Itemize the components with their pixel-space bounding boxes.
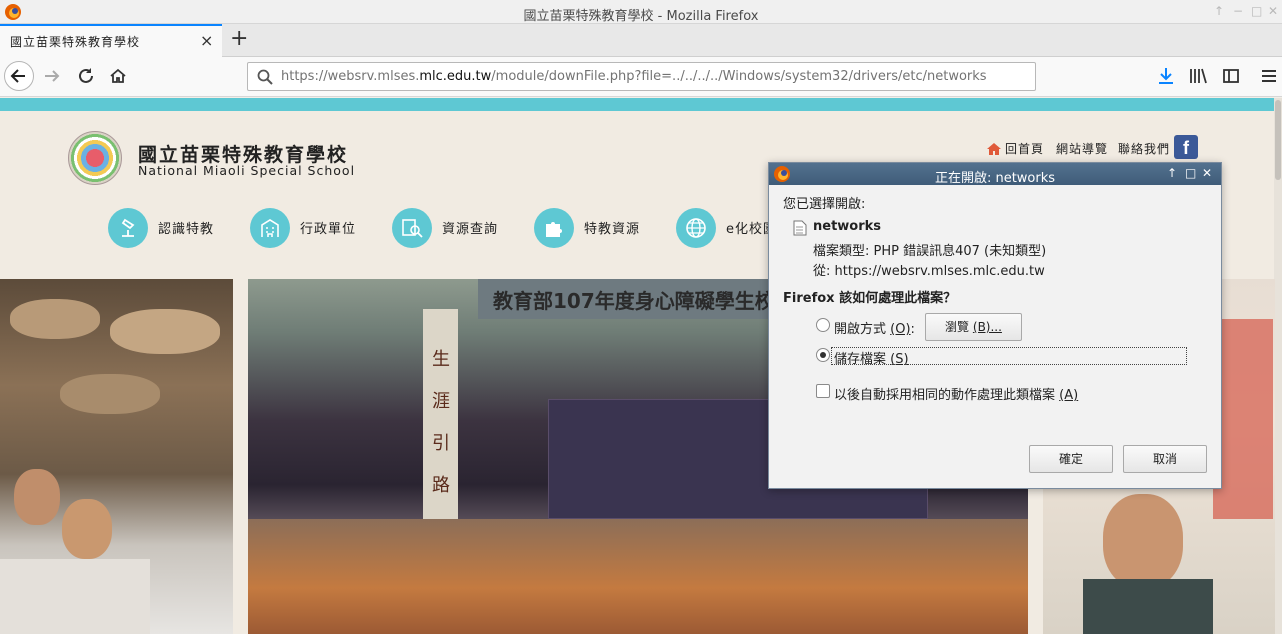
pillar-text: 生涯引路 [432, 349, 450, 496]
dialog-up-icon[interactable]: ↑ [1167, 166, 1177, 180]
photo-restaurant-event[interactable] [0, 279, 233, 634]
nav-item-label: 認識特教 [158, 222, 215, 237]
school-logo[interactable] [68, 131, 122, 185]
forward-arrow-icon[interactable] [42, 66, 62, 86]
dialog-filename: networks [813, 219, 882, 234]
dialog-source: 從: https://websrv.mlses.mlc.edu.tw [813, 264, 1045, 279]
window-close-icon[interactable]: ✕ [1268, 4, 1278, 18]
open-with-key: (O) [890, 322, 911, 337]
url-domain: mlc.edu.tw [419, 69, 492, 84]
search-icon [257, 69, 273, 85]
auto-action-key: (A) [1059, 388, 1079, 403]
browse-text: 瀏覽 [945, 320, 970, 334]
dialog-file-type: 檔案類型: PHP 錯誤訊息407 (未知類型) [813, 244, 1047, 259]
window-minimize-up-icon[interactable]: ↑ [1214, 4, 1224, 18]
dialog-title: 正在開啟: networks [934, 171, 1056, 186]
nav-item-label: 資源查詢 [442, 222, 499, 237]
search-doc-icon [392, 208, 432, 248]
dialog-intro: 您已選擇開啟: [783, 197, 866, 212]
tab-close-icon[interactable]: × [200, 31, 213, 50]
url-prefix: https://websrv.mlses. [281, 69, 420, 84]
dialog-maximize-icon[interactable]: □ [1185, 166, 1196, 180]
window-minimize-icon[interactable]: − [1233, 4, 1243, 18]
top-link-home[interactable]: 回首頁 [1005, 140, 1044, 157]
dialog-question: Firefox 該如何處理此檔案？ [783, 291, 957, 306]
puzzle-icon [534, 208, 574, 248]
top-link-contact[interactable]: 聯絡我們 [1118, 140, 1170, 157]
browse-button[interactable]: 瀏覽 (B)... [925, 313, 1022, 341]
back-button[interactable] [4, 61, 34, 91]
window-titlebar: 國立苗栗特殊教育學校 - Mozilla Firefox ↑ − □ ✕ [0, 0, 1282, 24]
new-tab-button[interactable]: + [230, 26, 248, 51]
menu-icon[interactable] [1259, 66, 1279, 86]
window-maximize-icon[interactable]: □ [1251, 4, 1262, 18]
library-icon[interactable] [1188, 66, 1208, 86]
nav-item-label: 特教資源 [584, 222, 641, 237]
ok-button[interactable]: 確定 [1029, 445, 1113, 473]
back-arrow-icon [10, 69, 25, 83]
auto-action-label[interactable]: 以後自動採用相同的動作處理此類檔案 (A) [834, 384, 1078, 403]
page-scrollbar[interactable] [1274, 98, 1282, 634]
open-with-radio[interactable] [816, 318, 830, 332]
file-icon [793, 220, 807, 236]
save-file-label[interactable]: 儲存檔案 (S) [834, 348, 909, 367]
window-title: 國立苗栗特殊教育學校 - Mozilla Firefox [523, 9, 759, 24]
cancel-button[interactable]: 取消 [1123, 445, 1207, 473]
dialog-close-icon[interactable]: ✕ [1202, 166, 1212, 180]
scrollbar-thumb[interactable] [1275, 100, 1281, 180]
open-with-text: 開啟方式 [834, 322, 887, 337]
globe-icon [676, 208, 716, 248]
save-file-text: 儲存檔案 [834, 352, 887, 367]
auto-action-checkbox[interactable] [816, 384, 830, 398]
facebook-icon[interactable]: f [1174, 135, 1198, 159]
nav-item-label: 行政單位 [300, 222, 357, 237]
school-name-english[interactable]: National Miaoli Special School [138, 163, 355, 178]
url-path: /module/downFile.php?file=../../../../Wi… [491, 69, 987, 84]
building-icon [250, 208, 290, 248]
browse-key: (B)... [972, 320, 1002, 334]
auto-action-text: 以後自動採用相同的動作處理此類檔案 [834, 388, 1056, 403]
open-with-label[interactable]: 開啟方式 (O): [834, 318, 915, 337]
url-text[interactable]: https://websrv.mlses.mlc.edu.tw/module/d… [281, 69, 987, 84]
tab-label: 國立苗栗特殊教育學校 [10, 35, 141, 49]
sidebar-icon[interactable] [1221, 66, 1241, 86]
top-link-sitemap[interactable]: 網站導覽 [1056, 140, 1108, 157]
tab-active[interactable]: 國立苗栗特殊教育學校 × [0, 24, 222, 57]
downloads-icon[interactable] [1156, 66, 1176, 86]
site-top-bar [0, 98, 1282, 111]
url-bar[interactable]: https://websrv.mlses.mlc.edu.tw/module/d… [247, 62, 1036, 91]
dialog-titlebar: 正在開啟: networks ↑ □ ✕ [769, 163, 1221, 186]
save-file-radio[interactable] [816, 348, 830, 362]
banner-text: 教育部107年度身心障礙學生校外 [493, 289, 795, 313]
lamp-icon [108, 208, 148, 248]
home-icon[interactable] [108, 66, 128, 86]
reload-icon[interactable] [76, 66, 96, 86]
home-link-icon[interactable] [986, 141, 1002, 156]
download-dialog: 正在開啟: networks ↑ □ ✕ 您已選擇開啟: networks 檔案… [768, 162, 1222, 489]
save-file-key: (S) [890, 352, 909, 367]
